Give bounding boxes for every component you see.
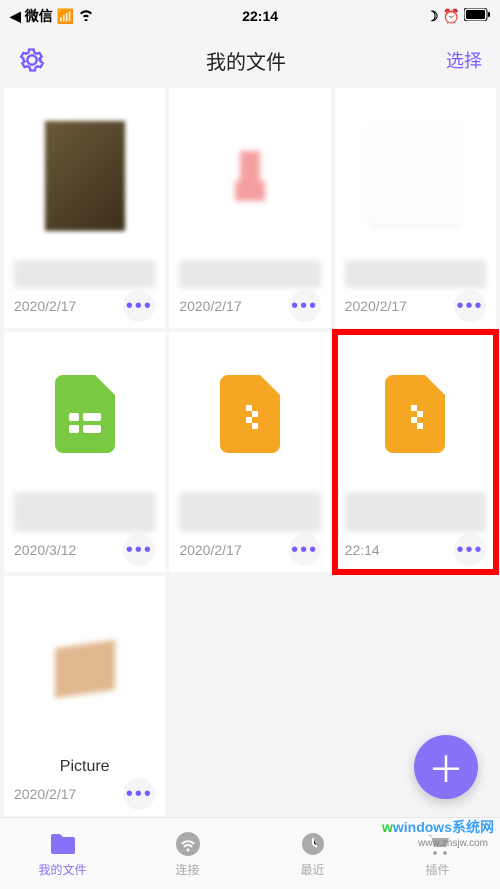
more-icon[interactable]: ••• [123, 778, 155, 810]
wifi-icon [78, 8, 94, 24]
file-label [179, 492, 320, 532]
page-title: 我的文件 [206, 46, 286, 75]
add-button[interactable]: ＋ [414, 735, 478, 799]
battery-icon [464, 8, 490, 24]
alarm-icon: ⏰ [443, 8, 460, 25]
tab-label: 插件 [425, 861, 449, 878]
image-thumb [45, 121, 125, 231]
gear-icon[interactable] [18, 46, 46, 74]
file-card[interactable]: 2020/2/17 ••• [335, 88, 496, 328]
watermark: wwindows系统网 [382, 817, 494, 837]
watermark-url: www.znsjw.com [418, 838, 488, 849]
more-icon[interactable]: ••• [123, 290, 155, 322]
file-label [14, 492, 155, 532]
file-date: 2020/3/12 [14, 542, 76, 558]
wifi-icon [173, 829, 203, 859]
tab-label: 最近 [300, 861, 324, 878]
header: 我的文件 选择 [0, 32, 500, 88]
file-date: 2020/2/17 [345, 298, 407, 314]
doc-thumb [370, 126, 460, 226]
file-label: Picture [14, 758, 155, 776]
app-name: 微信 [25, 6, 53, 26]
folder-icon [48, 829, 78, 859]
file-card[interactable]: Picture 2020/2/17 ••• [4, 576, 165, 816]
tab-connect[interactable]: 连接 [125, 818, 250, 889]
file-card[interactable]: 2020/3/12 ••• [4, 332, 165, 572]
zip-icon [345, 342, 486, 486]
file-card[interactable]: 2020/2/17 ••• [4, 88, 165, 328]
signal-icon: 📶 [57, 8, 74, 25]
file-grid: 2020/2/17 ••• 2020/2/17 ••• 2020/2/17 ••• 2… [0, 88, 500, 816]
more-icon[interactable]: ••• [454, 290, 486, 322]
file-date: 2020/2/17 [179, 298, 241, 314]
more-icon[interactable]: ••• [289, 290, 321, 322]
file-label [345, 492, 486, 532]
file-card[interactable]: 2020/2/17 ••• [169, 88, 330, 328]
file-date: 2020/2/17 [14, 786, 76, 802]
file-date: 2020/2/17 [14, 298, 76, 314]
clock-icon [298, 829, 328, 859]
file-date: 22:14 [345, 542, 380, 558]
tab-label: 连接 [175, 861, 199, 878]
folder-thumb [55, 640, 115, 698]
more-icon[interactable]: ••• [454, 534, 486, 566]
sheet-icon [14, 342, 155, 486]
plus-icon: ＋ [428, 741, 464, 793]
tab-recent[interactable]: 最近 [250, 818, 375, 889]
status-bar: ◀ 微信 📶 22:14 ☽ ⏰ [0, 0, 500, 32]
image-thumb [220, 136, 280, 216]
file-label [345, 260, 486, 288]
more-icon[interactable]: ••• [289, 534, 321, 566]
file-label [14, 260, 155, 288]
file-label [179, 260, 320, 288]
back-icon: ◀ [10, 8, 21, 25]
more-icon[interactable]: ••• [123, 534, 155, 566]
file-date: 2020/2/17 [179, 542, 241, 558]
tab-label: 我的文件 [38, 861, 86, 878]
file-card-highlighted[interactable]: 22:14 ••• [335, 332, 496, 572]
status-time: 22:14 [242, 8, 278, 24]
file-card[interactable]: 2020/2/17 ••• [169, 332, 330, 572]
tab-files[interactable]: 我的文件 [0, 818, 125, 889]
zip-icon [179, 342, 320, 486]
select-button[interactable]: 选择 [446, 47, 482, 73]
moon-icon: ☽ [426, 8, 439, 25]
